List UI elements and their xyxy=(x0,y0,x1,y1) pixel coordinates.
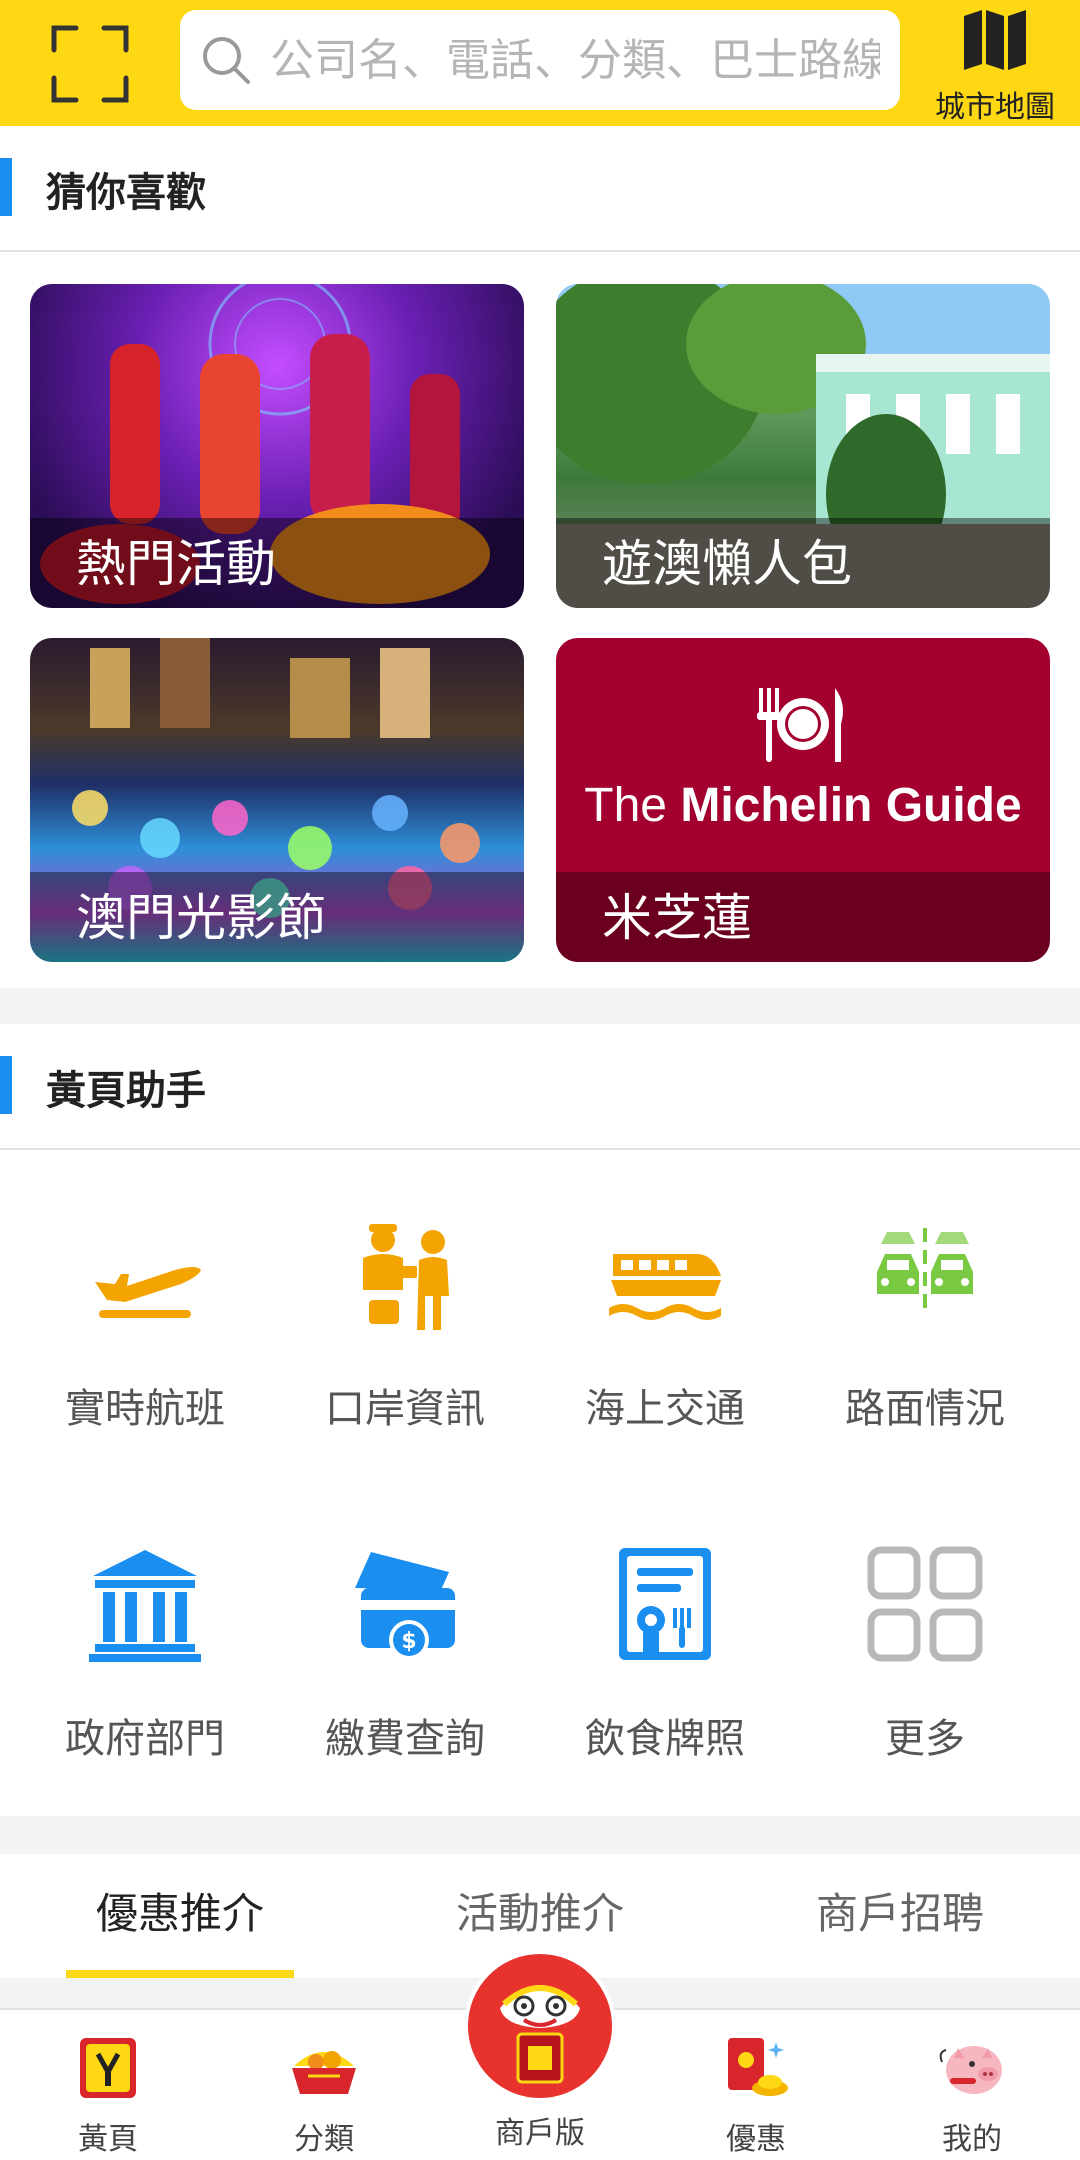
card-travel-guide[interactable]: 遊澳懶人包 xyxy=(556,284,1050,608)
ferry-icon xyxy=(609,1254,721,1320)
lion-dance-icon xyxy=(500,1985,580,2084)
cutlery-plate-icon xyxy=(757,688,843,762)
tool-border[interactable]: 口岸資訊 xyxy=(270,1214,540,1454)
top-bar: 城市地圖 xyxy=(0,0,1080,126)
nav-label: 我的 xyxy=(942,2122,1002,2157)
helper-title: 黃頁助手 xyxy=(46,1068,206,1114)
nav-label: 黃頁 xyxy=(78,2122,138,2157)
merchant-center-button[interactable] xyxy=(464,1950,616,2102)
border-officer-icon xyxy=(363,1224,449,1330)
nav-label: 分類 xyxy=(294,2122,354,2157)
tool-label: 政府部門 xyxy=(65,1716,225,1762)
search-bar[interactable] xyxy=(180,10,900,110)
yellow-pages-icon xyxy=(80,2038,136,2098)
tool-label: 實時航班 xyxy=(65,1386,225,1432)
michelin-prefix: The xyxy=(584,779,681,832)
food-license-icon xyxy=(619,1548,711,1660)
tool-government[interactable]: 政府部門 xyxy=(10,1544,280,1784)
government-building-icon xyxy=(89,1550,201,1662)
tool-label: 繳費查詢 xyxy=(325,1716,485,1762)
active-tab-indicator xyxy=(66,1970,294,1978)
card-michelin[interactable]: The Michelin Guide 米芝蓮 xyxy=(556,638,1050,962)
search-input[interactable] xyxy=(270,20,880,100)
tool-flights[interactable]: 實時航班 xyxy=(10,1214,280,1454)
helper-header: 黃頁助手 xyxy=(0,1024,1080,1150)
michelin-wordmark: The Michelin Guide xyxy=(556,778,1050,833)
nav-mine[interactable]: 我的 xyxy=(864,2010,1080,2160)
recommend-section: 猜你喜歡 熱門活動 遊澳懶人包 澳門光影節 The Michelin Guide… xyxy=(0,126,1080,988)
section-accent-bar xyxy=(0,1056,12,1114)
tool-food-license[interactable]: 飲食牌照 xyxy=(530,1544,800,1784)
search-icon xyxy=(203,37,250,84)
tool-label: 更多 xyxy=(885,1716,965,1762)
card-caption: 熱門活動 xyxy=(76,535,276,593)
nav-label: 優惠 xyxy=(726,2122,786,2157)
card-caption: 澳門光影節 xyxy=(76,889,326,947)
grid-more-icon xyxy=(867,1546,983,1662)
tab-offers[interactable]: 優惠推介 xyxy=(0,1854,360,1978)
nav-offers[interactable]: 優惠 xyxy=(648,2010,864,2160)
tool-label: 路面情況 xyxy=(845,1386,1005,1432)
recommend-title: 猜你喜歡 xyxy=(46,170,206,216)
category-basket-icon xyxy=(292,2051,356,2094)
payment-card-icon: $ xyxy=(355,1552,455,1660)
red-packet-icon xyxy=(728,2038,788,2096)
pig-icon xyxy=(939,2046,1002,2094)
tool-payment[interactable]: $ 繳費查詢 xyxy=(270,1544,540,1784)
svg-text:$: $ xyxy=(401,1629,416,1654)
tool-label: 海上交通 xyxy=(585,1386,745,1432)
traffic-cars-icon xyxy=(877,1228,973,1308)
michelin-name: Michelin Guide xyxy=(680,779,1022,832)
tool-traffic[interactable]: 路面情況 xyxy=(790,1214,1060,1454)
city-map-button[interactable]: 城市地圖 xyxy=(920,4,1070,125)
tool-label: 口岸資訊 xyxy=(325,1386,485,1432)
city-map-label: 城市地圖 xyxy=(935,90,1055,125)
card-hot-events[interactable]: 熱門活動 xyxy=(30,284,524,608)
airplane-icon xyxy=(95,1267,201,1318)
nav-label: 商戶版 xyxy=(495,2116,585,2151)
map-icon xyxy=(964,10,1026,70)
tool-ferry[interactable]: 海上交通 xyxy=(530,1214,800,1454)
nav-yellow-pages[interactable]: 黃頁 xyxy=(0,2010,216,2160)
card-caption: 米芝蓮 xyxy=(602,889,752,947)
scan-icon xyxy=(51,25,129,103)
recommend-header: 猜你喜歡 xyxy=(0,126,1080,252)
section-accent-bar xyxy=(0,158,12,216)
card-caption: 遊澳懶人包 xyxy=(602,535,852,593)
tool-label: 飲食牌照 xyxy=(585,1716,745,1762)
scan-button[interactable] xyxy=(40,14,140,114)
tool-more[interactable]: 更多 xyxy=(790,1544,1060,1784)
card-light-festival[interactable]: 澳門光影節 xyxy=(30,638,524,962)
helper-section: 黃頁助手 實時航班 口岸資訊 海上交通 路面情況 政府部門 $ 繳費查詢 飲食牌… xyxy=(0,1024,1080,1816)
tab-jobs[interactable]: 商戶招聘 xyxy=(720,1854,1080,1978)
nav-categories[interactable]: 分類 xyxy=(216,2010,432,2160)
